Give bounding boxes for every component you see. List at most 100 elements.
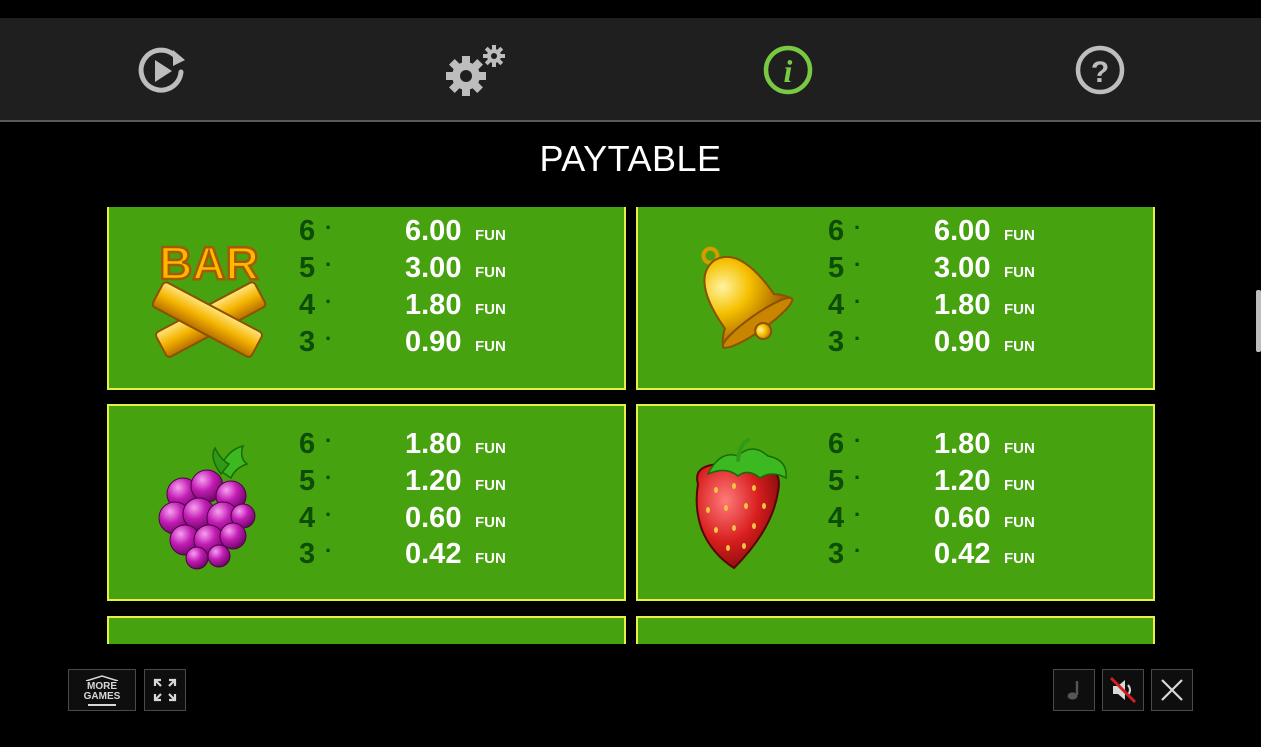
payout-amount: 1.80 bbox=[405, 428, 462, 460]
symbol-count: 3 bbox=[299, 538, 316, 570]
settings-button[interactable] bbox=[444, 42, 508, 98]
payout-amount: 6.00 bbox=[405, 215, 462, 247]
replay-play-icon bbox=[138, 47, 185, 93]
payout-row: 4 · 0.60 FUN bbox=[828, 502, 1148, 536]
currency-label: FUN bbox=[475, 264, 506, 281]
currency-label: FUN bbox=[475, 440, 506, 457]
payout-amount: 1.20 bbox=[934, 465, 991, 497]
bullet-dot: · bbox=[325, 538, 333, 563]
svg-text:?: ? bbox=[1091, 56, 1109, 89]
svg-text:i: i bbox=[784, 53, 793, 89]
bullet-dot: · bbox=[854, 326, 862, 351]
bullet-dot: · bbox=[854, 465, 862, 490]
currency-label: FUN bbox=[1004, 338, 1035, 355]
symbol-count: 6 bbox=[828, 215, 845, 247]
payout-amount: 0.90 bbox=[405, 326, 462, 358]
symbol-count: 5 bbox=[828, 252, 845, 284]
currency-label: FUN bbox=[1004, 477, 1035, 494]
currency-label: FUN bbox=[1004, 301, 1035, 318]
more-games-line1: MORE bbox=[87, 680, 117, 692]
currency-label: FUN bbox=[475, 477, 506, 494]
golden-bell-icon bbox=[701, 246, 794, 349]
bullet-dot: · bbox=[854, 428, 862, 453]
payout-amount: 0.42 bbox=[934, 538, 991, 570]
svg-text:BAR: BAR bbox=[159, 237, 259, 289]
bullet-dot: · bbox=[854, 502, 862, 527]
payout-amount: 0.60 bbox=[405, 502, 462, 534]
payout-row: 4 · 1.80 FUN bbox=[299, 289, 619, 323]
paytable-scroll-area[interactable]: BAR 6 · 6.00 FUN 5 · 3.00 FUN 4 · 1.80 FUN … bbox=[0, 207, 1261, 644]
payout-row: 3 · 0.90 FUN bbox=[299, 326, 619, 360]
bullet-dot: · bbox=[325, 215, 333, 240]
more-games-button[interactable]: MORE GAMES bbox=[68, 669, 136, 711]
payout-amount: 1.20 bbox=[405, 465, 462, 497]
payout-amount: 6.00 bbox=[934, 215, 991, 247]
autoplay-button[interactable] bbox=[133, 42, 189, 98]
symbol-count: 5 bbox=[299, 465, 316, 497]
bullet-dot: · bbox=[854, 215, 862, 240]
payout-row: 4 · 1.80 FUN bbox=[828, 289, 1148, 323]
nav-bar: i ? bbox=[0, 18, 1261, 122]
paytable-card-raspberry: 6 · 1.80 FUN 5 · 1.20 FUN 4 · 0.60 FUN 3 · 0… bbox=[107, 404, 626, 601]
payout-amount: 3.00 bbox=[405, 252, 462, 284]
bullet-dot: · bbox=[325, 502, 333, 527]
fullscreen-icon bbox=[153, 678, 177, 702]
payout-row: 6 · 6.00 FUN bbox=[299, 215, 619, 249]
fullscreen-button[interactable] bbox=[144, 669, 186, 711]
currency-label: FUN bbox=[475, 338, 506, 355]
underline-bar bbox=[88, 703, 116, 706]
more-games-line2: GAMES bbox=[83, 690, 121, 702]
paytable-card-bell: 6 · 6.00 FUN 5 · 3.00 FUN 4 · 1.80 FUN 3 · 0… bbox=[636, 207, 1155, 390]
payout-amount: 1.80 bbox=[934, 289, 991, 321]
payout-row: 4 · 0.60 FUN bbox=[299, 502, 619, 536]
paytable-card-partial bbox=[107, 616, 626, 644]
currency-label: FUN bbox=[1004, 550, 1035, 567]
payout-row: 5 · 3.00 FUN bbox=[828, 252, 1148, 286]
payout-amount: 0.90 bbox=[934, 326, 991, 358]
symbol-count: 5 bbox=[828, 465, 845, 497]
house-roof-icon bbox=[85, 674, 119, 681]
gears-icon bbox=[446, 45, 505, 96]
strawberry-icon bbox=[695, 438, 787, 570]
help-button[interactable]: ? bbox=[1072, 42, 1128, 98]
bullet-dot: · bbox=[325, 289, 333, 314]
payout-row: 3 · 0.42 FUN bbox=[828, 538, 1148, 572]
payout-amount: 3.00 bbox=[934, 252, 991, 284]
payout-amount: 1.80 bbox=[934, 428, 991, 460]
sound-toggle-button[interactable] bbox=[1102, 669, 1144, 711]
payout-row: 5 · 1.20 FUN bbox=[299, 465, 619, 499]
music-toggle-button[interactable] bbox=[1053, 669, 1095, 711]
more-games-label: MORE GAMES bbox=[82, 674, 122, 706]
bullet-dot: · bbox=[325, 465, 333, 490]
bullet-dot: · bbox=[854, 538, 862, 563]
symbol-count: 4 bbox=[299, 289, 316, 321]
symbol-count: 3 bbox=[299, 326, 316, 358]
currency-label: FUN bbox=[475, 227, 506, 244]
symbol-count: 6 bbox=[299, 428, 316, 460]
payout-row: 6 · 1.80 FUN bbox=[299, 428, 619, 462]
payout-row: 3 · 0.42 FUN bbox=[299, 538, 619, 572]
symbol-count: 5 bbox=[299, 252, 316, 284]
currency-label: FUN bbox=[1004, 514, 1035, 531]
close-button[interactable] bbox=[1151, 669, 1193, 711]
currency-label: FUN bbox=[475, 514, 506, 531]
bullet-dot: · bbox=[325, 252, 333, 277]
symbol-count: 6 bbox=[828, 428, 845, 460]
close-icon bbox=[1161, 679, 1183, 701]
payout-row: 5 · 1.20 FUN bbox=[828, 465, 1148, 499]
currency-label: FUN bbox=[1004, 264, 1035, 281]
top-band bbox=[0, 0, 1261, 18]
payout-amount: 0.42 bbox=[405, 538, 462, 570]
bullet-dot: · bbox=[325, 428, 333, 453]
bar-gold-bars-icon: BAR bbox=[151, 236, 267, 358]
question-icon: ? bbox=[1075, 45, 1125, 95]
info-button[interactable]: i bbox=[760, 42, 816, 98]
symbol-count: 4 bbox=[828, 289, 845, 321]
info-icon: i bbox=[763, 45, 813, 95]
currency-label: FUN bbox=[1004, 440, 1035, 457]
paytable-card-bar: BAR 6 · 6.00 FUN 5 · 3.00 FUN 4 · 1.80 FUN … bbox=[107, 207, 626, 390]
raspberry-icon bbox=[158, 444, 256, 570]
speaker-muted-icon bbox=[1109, 676, 1137, 704]
bullet-dot: · bbox=[325, 326, 333, 351]
scrollbar-thumb[interactable] bbox=[1256, 290, 1261, 352]
